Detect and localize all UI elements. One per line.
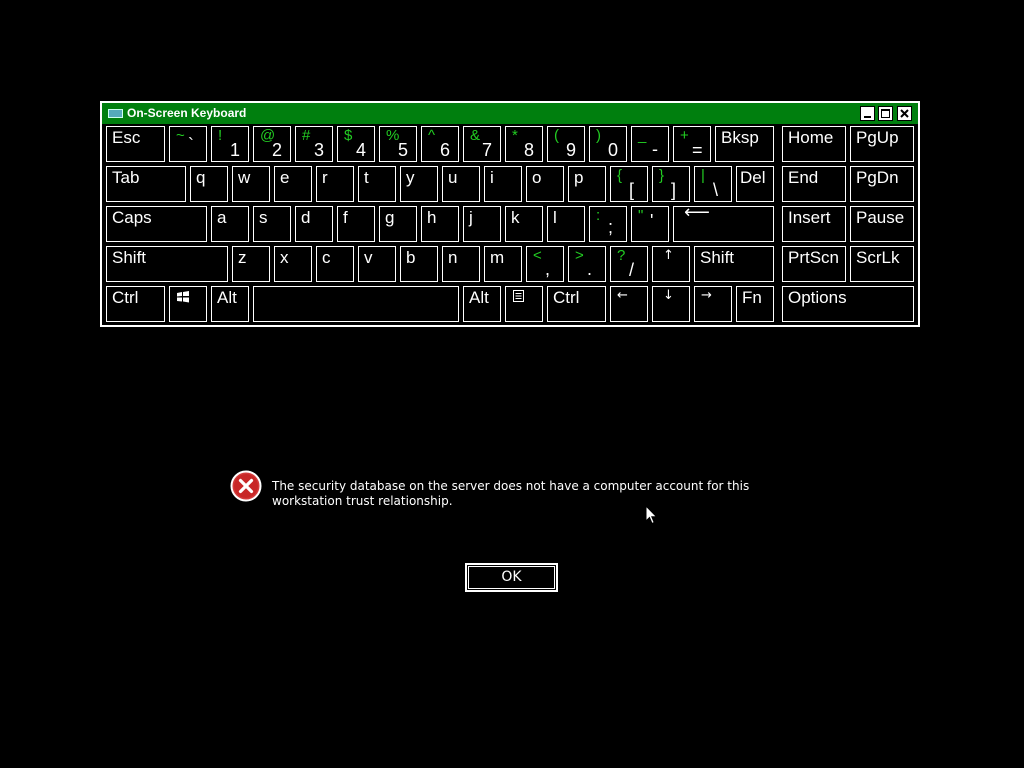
- key-l[interactable]: l: [547, 206, 585, 242]
- key-a[interactable]: a: [211, 206, 249, 242]
- key-caps[interactable]: Caps: [106, 206, 207, 242]
- mouse-cursor-icon: [645, 505, 658, 525]
- key-f[interactable]: f: [337, 206, 375, 242]
- maximize-icon: [881, 109, 890, 118]
- key-0[interactable]: ) 0: [589, 126, 627, 162]
- error-icon: [230, 470, 262, 502]
- key-esc[interactable]: Esc: [106, 126, 165, 162]
- key-right-bracket[interactable]: }]: [652, 166, 690, 202]
- key-8[interactable]: * 8: [505, 126, 543, 162]
- key-2[interactable]: @2: [253, 126, 291, 162]
- windows-logo-icon: [177, 291, 189, 303]
- key-period[interactable]: >.: [568, 246, 606, 282]
- key-1[interactable]: ! 1: [211, 126, 249, 162]
- key-x[interactable]: x: [274, 246, 312, 282]
- key-minus[interactable]: _ -: [631, 126, 669, 162]
- key-semicolon[interactable]: :;: [589, 206, 627, 242]
- key-options[interactable]: Options: [782, 286, 914, 322]
- up-arrow-icon: ↑: [663, 248, 674, 263]
- key-right-ctrl[interactable]: Ctrl: [547, 286, 606, 322]
- focus-border: [468, 566, 555, 589]
- key-3[interactable]: #3: [295, 126, 333, 162]
- key-6[interactable]: ^ 6: [421, 126, 459, 162]
- key-z[interactable]: z: [232, 246, 270, 282]
- key-w[interactable]: w: [232, 166, 270, 202]
- down-arrow-icon: ↓: [663, 288, 674, 303]
- key-equal[interactable]: + =: [673, 126, 711, 162]
- key-q[interactable]: q: [190, 166, 228, 202]
- key-right-arrow[interactable]: →: [694, 286, 732, 322]
- key-9[interactable]: (9: [547, 126, 585, 162]
- key-right-shift[interactable]: Shift: [694, 246, 774, 282]
- minimize-icon: [864, 116, 871, 118]
- key-home[interactable]: Home: [782, 126, 846, 162]
- key-backslash[interactable]: | \: [694, 166, 732, 202]
- key-fn[interactable]: Fn: [736, 286, 774, 322]
- key-space[interactable]: [253, 286, 459, 322]
- title-bar[interactable]: On-Screen Keyboard: [102, 103, 918, 124]
- key-t[interactable]: t: [358, 166, 396, 202]
- ok-button[interactable]: OK: [465, 563, 558, 592]
- key-del[interactable]: Del: [736, 166, 774, 202]
- key-insert[interactable]: Insert: [782, 206, 846, 242]
- key-backspace[interactable]: Bksp: [715, 126, 774, 162]
- key-o[interactable]: o: [526, 166, 564, 202]
- maximize-button[interactable]: [878, 106, 893, 121]
- close-button[interactable]: [897, 106, 912, 121]
- key-m[interactable]: m: [484, 246, 522, 282]
- key-quote[interactable]: " ': [631, 206, 669, 242]
- key-enter[interactable]: ⟵: [673, 202, 774, 242]
- minimize-button[interactable]: [860, 106, 875, 121]
- key-comma[interactable]: <,: [526, 246, 564, 282]
- key-n[interactable]: n: [442, 246, 480, 282]
- left-arrow-icon: ←: [617, 288, 628, 303]
- key-up-arrow[interactable]: ↑: [652, 246, 690, 282]
- enter-icon: ⟵: [684, 202, 710, 223]
- key-e[interactable]: e: [274, 166, 312, 202]
- key-scrlk[interactable]: ScrLk: [850, 246, 914, 282]
- on-screen-keyboard-window: On-Screen Keyboard Esc ~ ` ! 1 @2 #3 $4 % 5…: [100, 101, 920, 327]
- key-v[interactable]: v: [358, 246, 396, 282]
- key-d[interactable]: d: [295, 206, 333, 242]
- key-left-alt[interactable]: Alt: [211, 286, 249, 322]
- key-pgdn[interactable]: PgDn: [850, 166, 914, 202]
- key-left-ctrl[interactable]: Ctrl: [106, 286, 165, 322]
- key-y[interactable]: y: [400, 166, 438, 202]
- window-title: On-Screen Keyboard: [127, 106, 247, 120]
- key-h[interactable]: h: [421, 206, 459, 242]
- key-slash[interactable]: ? /: [610, 246, 648, 282]
- key-s[interactable]: s: [253, 206, 291, 242]
- key-menu[interactable]: [505, 286, 543, 322]
- key-g[interactable]: g: [379, 206, 417, 242]
- key-p[interactable]: p: [568, 166, 606, 202]
- key-i[interactable]: i: [484, 166, 522, 202]
- key-u[interactable]: u: [442, 166, 480, 202]
- key-prtscn[interactable]: PrtScn: [782, 246, 846, 282]
- keyboard-icon: [108, 109, 123, 118]
- key-pause[interactable]: Pause: [850, 206, 914, 242]
- key-left-arrow[interactable]: ←: [610, 286, 648, 322]
- key-left-bracket[interactable]: {[: [610, 166, 648, 202]
- key-k[interactable]: k: [505, 206, 543, 242]
- key-7[interactable]: & 7: [463, 126, 501, 162]
- error-message: The security database on the server does…: [272, 479, 750, 508]
- right-arrow-icon: →: [701, 288, 712, 303]
- key-down-arrow[interactable]: ↓: [652, 286, 690, 322]
- context-menu-icon: [513, 290, 524, 302]
- key-4[interactable]: $4: [337, 126, 375, 162]
- key-c[interactable]: c: [316, 246, 354, 282]
- key-end[interactable]: End: [782, 166, 846, 202]
- key-pgup[interactable]: PgUp: [850, 126, 914, 162]
- key-b[interactable]: b: [400, 246, 438, 282]
- key-r[interactable]: r: [316, 166, 354, 202]
- key-5[interactable]: % 5: [379, 126, 417, 162]
- close-icon: [900, 109, 909, 118]
- key-j[interactable]: j: [463, 206, 501, 242]
- key-left-shift[interactable]: Shift: [106, 246, 228, 282]
- key-right-alt[interactable]: Alt: [463, 286, 501, 322]
- key-tab[interactable]: Tab: [106, 166, 186, 202]
- key-windows[interactable]: [169, 286, 207, 322]
- key-tilde[interactable]: ~ `: [169, 126, 207, 162]
